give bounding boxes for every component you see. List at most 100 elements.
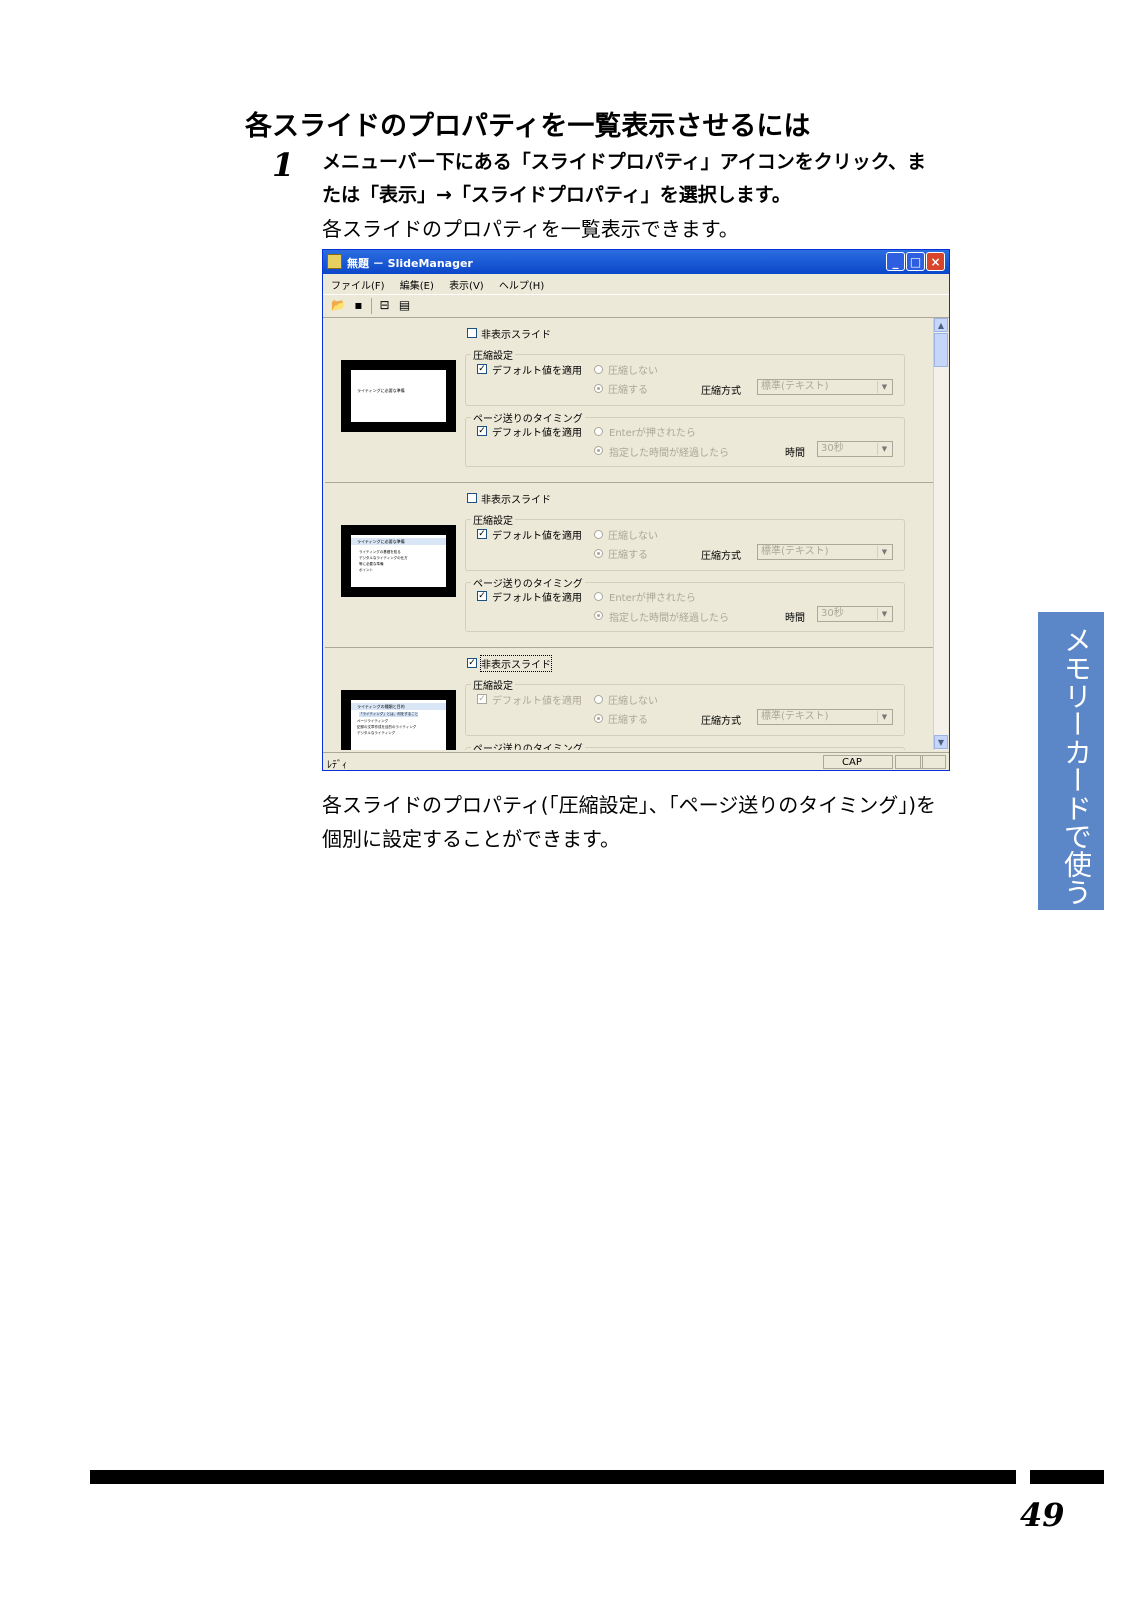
timing-enter-label: Enterが押されたら <box>609 593 696 604</box>
status-ready: ﾚﾃﾞｨ <box>327 760 347 771</box>
timing-group-title: ページ送りのタイミング <box>471 410 585 425</box>
compress-method-select[interactable]: 標準(テキスト) ▼ <box>757 709 893 725</box>
step-result: 各スライドのプロパティを一覧表示できます。 <box>322 217 739 241</box>
slide-row: 非表示スライド ライティングに必要な準備 圧縮設定 ✓ デフォルト値を適用 圧縮… <box>325 318 933 483</box>
save-icon[interactable]: ▪ <box>351 298 366 313</box>
timing-enter-label: Enterが押されたら <box>609 428 696 439</box>
time-select[interactable]: 30秒 ▼ <box>817 606 893 622</box>
compress-no-radio[interactable] <box>594 530 603 539</box>
thumbnail-title: ライティングに必要な準備 <box>357 539 405 544</box>
time-label: 時間 <box>785 448 805 459</box>
timing-group-title: ページ送りのタイミング <box>471 575 585 590</box>
compress-yes-label: 圧縮する <box>608 385 648 396</box>
menu-bar: ファイル(F) 編集(E) 表示(V) ヘルプ(H) <box>323 274 949 294</box>
scroll-thumb[interactable] <box>934 333 948 367</box>
slide-thumbnail-page: ライティングに必要な準備 <box>351 370 446 422</box>
compress-method-select[interactable]: 標準(テキスト) ▼ <box>757 379 893 395</box>
compress-method-select[interactable]: 標準(テキスト) ▼ <box>757 544 893 560</box>
compress-no-label: 圧縮しない <box>608 531 658 542</box>
compress-yes-radio[interactable] <box>594 384 603 393</box>
compress-no-radio[interactable] <box>594 695 603 704</box>
step-number: 1 <box>272 146 295 184</box>
menu-view[interactable]: 表示(V) <box>449 277 484 292</box>
time-value: 30秒 <box>821 443 844 454</box>
timing-default-checkbox[interactable]: ✓ <box>477 591 487 601</box>
thumbnail-bullet: 「ライティング」とは、何をすること <box>359 712 419 717</box>
timing-enter-radio[interactable] <box>594 592 603 601</box>
compress-no-radio[interactable] <box>594 365 603 374</box>
time-label: 時間 <box>785 613 805 624</box>
hidden-slide-label: 非表示スライド <box>481 330 551 341</box>
thumbnail-bullet: デジタルなライティング <box>357 731 396 735</box>
status-pane <box>920 755 946 769</box>
chapter-side-tab: メモリーカードで使う <box>1038 612 1104 910</box>
chapter-side-tab-label: メモリーカードで使う <box>1060 626 1093 906</box>
status-cap: CAP <box>823 755 893 769</box>
slide-row: ✓ 非表示スライド ライティングの種類と目的 「ライティング」とは、何をすること… <box>325 648 933 750</box>
compress-no-label: 圧縮しない <box>608 696 658 707</box>
timing-time-radio[interactable] <box>594 446 603 455</box>
compress-yes-label: 圧縮する <box>608 550 648 561</box>
menu-file[interactable]: ファイル(F) <box>331 277 385 292</box>
open-icon[interactable]: 📂 <box>331 298 346 313</box>
compress-group-title: 圧縮設定 <box>471 347 515 362</box>
step-instruction-line-1: メニューバー下にある「スライドプロパティ」アイコンをクリック、ま <box>322 151 927 173</box>
menu-help[interactable]: ヘルプ(H) <box>499 277 544 292</box>
close-button[interactable]: × <box>926 252 945 271</box>
compress-yes-radio[interactable] <box>594 549 603 558</box>
thumbnail-title: ライティングの種類と目的 <box>357 704 405 709</box>
toolbar-separator <box>371 298 372 314</box>
compress-method-label: 圧縮方式 <box>701 716 741 727</box>
maximize-button[interactable]: □ <box>906 252 925 271</box>
slide-property-list: 非表示スライド ライティングに必要な準備 圧縮設定 ✓ デフォルト値を適用 圧縮… <box>325 318 933 750</box>
compress-yes-radio[interactable] <box>594 714 603 723</box>
app-icon <box>327 254 342 269</box>
slide-thumbnail-page: ライティングに必要な準備 ライティングの基礎を知る デジタルなライティングの仕方… <box>351 535 446 587</box>
slide-thumbnail: ライティングに必要な準備 ライティングの基礎を知る デジタルなライティングの仕方… <box>341 525 456 597</box>
compress-method-value: 標準(テキスト) <box>761 711 829 722</box>
hidden-slide-checkbox[interactable]: ✓ <box>467 658 477 668</box>
timing-default-checkbox[interactable]: ✓ <box>477 426 487 436</box>
chevron-down-icon: ▼ <box>877 443 891 455</box>
slide-thumbnail: ライティングの種類と目的 「ライティング」とは、何をすること ページライティング… <box>341 690 456 750</box>
footer-rule-short <box>1030 1470 1104 1484</box>
compress-default-label: デフォルト値を適用 <box>492 366 582 377</box>
compress-method-value: 標準(テキスト) <box>761 381 829 392</box>
compress-no-label: 圧縮しない <box>608 366 658 377</box>
chevron-down-icon: ▼ <box>877 711 891 723</box>
chevron-down-icon: ▼ <box>877 381 891 393</box>
step-instruction-line-2: たは「表示」→「スライドプロパティ」を選択します。 <box>322 184 791 206</box>
slide-thumbnail: ライティングに必要な準備 <box>341 360 456 432</box>
timing-group-title: ページ送りのタイミング <box>471 740 585 750</box>
window-title: 無題 － SlideManager <box>347 257 473 270</box>
caption-line-2: 個別に設定することができます。 <box>322 827 620 851</box>
status-pane <box>895 755 923 769</box>
timing-enter-radio[interactable] <box>594 427 603 436</box>
thumbnail-bullet: 記録の文章作成を目的のライティング <box>357 725 417 729</box>
compress-default-checkbox[interactable]: ✓ <box>477 694 487 704</box>
compress-default-checkbox[interactable]: ✓ <box>477 364 487 374</box>
compress-default-label: デフォルト値を適用 <box>492 531 582 542</box>
title-bar[interactable]: 無題 － SlideManager _ □ × <box>323 250 949 274</box>
vertical-scrollbar[interactable]: ▲ ▼ <box>933 318 948 750</box>
section-heading: 各スライドのプロパティを一覧表示させるには <box>245 111 811 142</box>
hidden-slide-checkbox[interactable] <box>467 328 477 338</box>
minimize-button[interactable]: _ <box>886 252 905 271</box>
footer-rule <box>90 1470 1016 1484</box>
thumbnail-bullet: ポイント <box>359 568 373 572</box>
compress-method-label: 圧縮方式 <box>701 551 741 562</box>
hidden-slide-checkbox[interactable] <box>467 493 477 503</box>
status-bar: ﾚﾃﾞｨ CAP <box>323 752 949 771</box>
scroll-up-icon[interactable]: ▲ <box>934 318 948 332</box>
compress-yes-label: 圧縮する <box>608 715 648 726</box>
time-select[interactable]: 30秒 ▼ <box>817 441 893 457</box>
slide-list-icon[interactable]: ⊟ <box>377 298 392 313</box>
slide-manager-window: 無題 － SlideManager _ □ × ファイル(F) 編集(E) 表示… <box>322 249 950 771</box>
timing-time-radio[interactable] <box>594 611 603 620</box>
menu-edit[interactable]: 編集(E) <box>400 277 434 292</box>
slide-property-icon[interactable]: ▤ <box>397 298 412 313</box>
scroll-down-icon[interactable]: ▼ <box>934 735 948 749</box>
thumbnail-bullet: 等に必要な準備 <box>359 562 384 566</box>
compress-default-checkbox[interactable]: ✓ <box>477 529 487 539</box>
thumbnail-bullet: ページライティング <box>357 719 389 723</box>
